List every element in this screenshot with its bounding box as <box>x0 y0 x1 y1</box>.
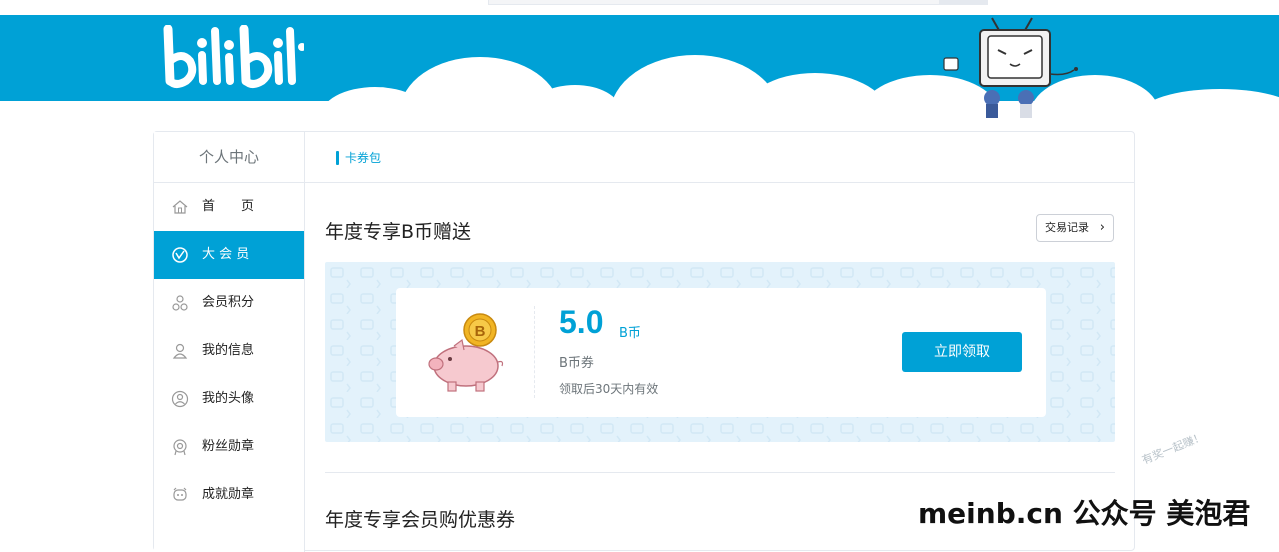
sidebar-item-fan-medal[interactable]: 粉丝勋章 <box>154 423 304 471</box>
tv-mascot-illustration <box>943 17 1078 118</box>
piggy-bank-icon: B <box>428 313 504 392</box>
sidebar-item-label: 我的头像 <box>202 391 255 406</box>
points-icon <box>172 295 188 311</box>
transaction-record-button[interactable]: 交易记录 › <box>1036 214 1114 242</box>
stamp-watermark: 有奖一起赚！ <box>1140 430 1207 467</box>
home-icon <box>172 200 188 214</box>
sidebar-item-achievement[interactable]: 成就勋章 <box>154 471 304 519</box>
coupon-unit: B币 <box>619 326 641 341</box>
watermark-text: meinb.cn 公众号 美泡君 <box>918 497 1251 530</box>
coupon-divider <box>534 306 535 398</box>
coupon-validity: 领取后30天内有效 <box>559 382 659 396</box>
sidebar-item-label: 粉丝勋章 <box>202 439 255 454</box>
tab-coupon-wallet[interactable]: 卡券包 <box>345 149 381 166</box>
achievement-icon <box>173 487 187 501</box>
sidebar-item-avatar[interactable]: 我的头像 <box>154 375 304 423</box>
claim-button[interactable]: 立即领取 <box>902 332 1022 372</box>
sidebar-item-label: 首 页 <box>202 199 255 214</box>
sidebar-item-label: 我的信息 <box>202 343 255 358</box>
bcoin-coupon-card: B 5.0 B币 B币券 领取后30天内有效 立即领取 <box>396 288 1046 417</box>
content-area: 卡券包 年度专享B币赠送 交易记录 › B 5.0 B币 B币券 领取后30天内… <box>305 132 1134 552</box>
main-panel: 个人中心 首 页 大 会 员 会员积分 我的信息 我的头像 粉丝勋章 成就勋章 <box>153 131 1135 552</box>
section-title-bcoin: 年度专享B币赠送 <box>325 221 472 243</box>
sidebar: 个人中心 首 页 大 会 员 会员积分 我的信息 我的头像 粉丝勋章 成就勋章 <box>154 132 305 552</box>
content-header: 卡券包 <box>305 132 1134 183</box>
sidebar-item-label: 会员积分 <box>202 295 255 310</box>
transaction-record-label: 交易记录 <box>1045 221 1089 234</box>
sidebar-title: 个人中心 <box>154 132 304 183</box>
section-divider <box>325 472 1115 473</box>
vip-icon <box>172 247 188 263</box>
sidebar-item-points[interactable]: 会员积分 <box>154 279 304 327</box>
sidebar-item-info[interactable]: 我的信息 <box>154 327 304 375</box>
coupon-background: B 5.0 B币 B币券 领取后30天内有效 立即领取 <box>325 262 1115 442</box>
avatar-icon <box>171 390 189 408</box>
cloud-decoration <box>1140 89 1279 101</box>
sidebar-item-label: 大 会 员 <box>202 247 250 262</box>
top-nav-bar <box>0 0 1279 15</box>
sidebar-item-label: 成就勋章 <box>202 487 255 502</box>
fan-medal-icon <box>173 439 187 456</box>
svg-text:B: B <box>475 323 486 340</box>
section-title-shop-coupon: 年度专享会员购优惠券 <box>325 509 516 531</box>
cloud-decoration <box>400 57 560 101</box>
search-bar[interactable] <box>488 0 988 5</box>
search-button[interactable] <box>939 0 987 4</box>
coupon-type: B币券 <box>559 356 594 371</box>
sidebar-item-vip[interactable]: 大 会 员 <box>154 231 304 279</box>
coupon-amount: 5.0 <box>559 304 604 340</box>
bilibili-logo[interactable] <box>162 25 304 89</box>
tab-indicator <box>336 151 339 165</box>
user-icon <box>172 343 188 359</box>
sidebar-item-home[interactable]: 首 页 <box>154 183 304 231</box>
chevron-right-icon: › <box>1099 220 1105 235</box>
